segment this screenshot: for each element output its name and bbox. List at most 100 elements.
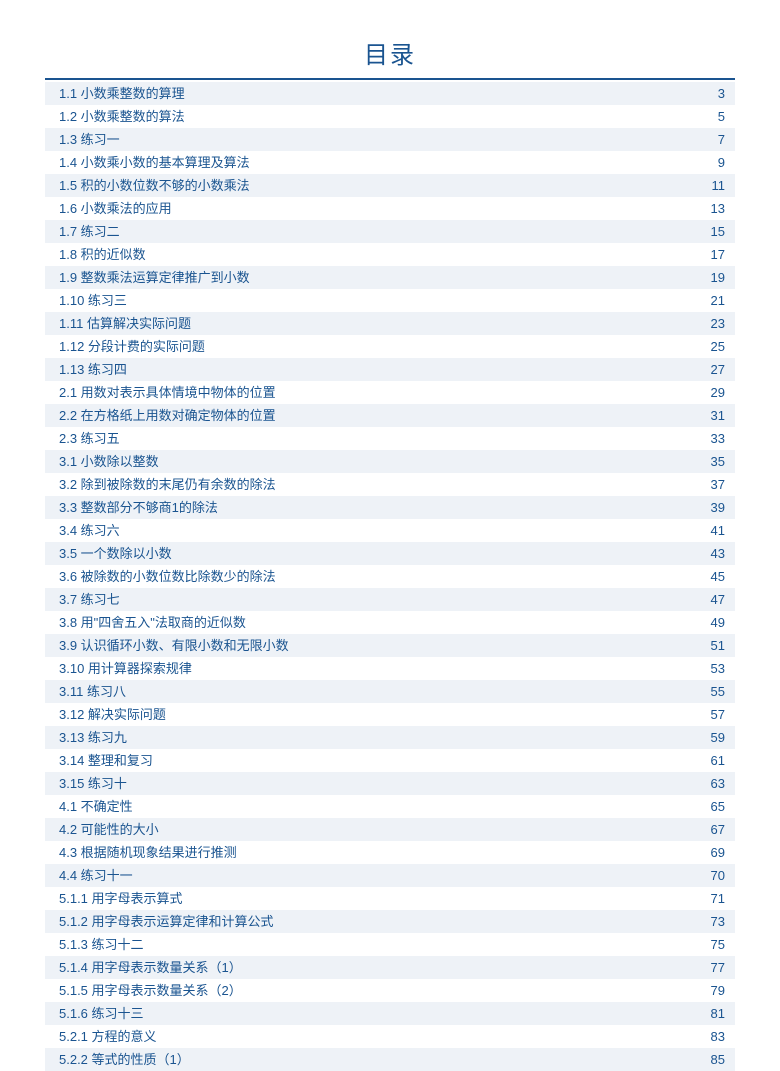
toc-entry-page: 43 bbox=[691, 544, 725, 563]
toc-row[interactable]: 1.4 小数乘小数的基本算理及算法9 bbox=[45, 151, 735, 174]
toc-entry-label: 3.5 一个数除以小数 bbox=[59, 544, 172, 563]
toc-row[interactable]: 3.4 练习六41 bbox=[45, 519, 735, 542]
toc-entry-label: 5.1.3 练习十二 bbox=[59, 935, 144, 954]
toc-entry-label: 1.13 练习四 bbox=[59, 360, 127, 379]
toc-row[interactable]: 1.9 整数乘法运算定律推广到小数 19 bbox=[45, 266, 735, 289]
toc-entry-page: 81 bbox=[691, 1004, 725, 1023]
toc-entry-page: 3 bbox=[698, 84, 725, 103]
toc-row[interactable]: 3.10 用计算器探索规律53 bbox=[45, 657, 735, 680]
toc-entry-page: 51 bbox=[691, 636, 725, 655]
toc-entry-label: 1.9 整数乘法运算定律推广到小数 bbox=[59, 268, 250, 287]
toc-row[interactable]: 1.11 估算解决实际问题23 bbox=[45, 312, 735, 335]
toc-entry-label: 1.12 分段计费的实际问题 bbox=[59, 337, 205, 356]
toc-row[interactable]: 5.1.4 用字母表示数量关系（1） 77 bbox=[45, 956, 735, 979]
toc-entry-page: 77 bbox=[691, 958, 725, 977]
toc-entry-page: 35 bbox=[691, 452, 725, 471]
toc-entry-page: 19 bbox=[691, 268, 725, 287]
toc-row[interactable]: 4.3 根据随机现象结果进行推测 69 bbox=[45, 841, 735, 864]
toc-entry-label: 5.1.4 用字母表示数量关系（1） bbox=[59, 958, 242, 977]
toc-row[interactable]: 5.1.3 练习十二 75 bbox=[45, 933, 735, 956]
toc-entry-label: 1.7 练习二 bbox=[59, 222, 120, 241]
toc-entry-page: 69 bbox=[691, 843, 725, 862]
toc-row[interactable]: 1.6 小数乘法的应用13 bbox=[45, 197, 735, 220]
toc-entry-label: 3.14 整理和复习 bbox=[59, 751, 153, 770]
toc-entry-label: 3.15 练习十 bbox=[59, 774, 127, 793]
toc-entry-page: 5 bbox=[698, 107, 725, 126]
toc-entry-page: 61 bbox=[691, 751, 725, 770]
toc-entry-label: 5.2.2 等式的性质（1） bbox=[59, 1050, 190, 1069]
toc-entry-label: 4.1 不确定性 bbox=[59, 797, 133, 816]
toc-entry-page: 67 bbox=[691, 820, 725, 839]
toc-row[interactable]: 3.1 小数除以整数 35 bbox=[45, 450, 735, 473]
toc-row[interactable]: 5.1.2 用字母表示运算定律和计算公式73 bbox=[45, 910, 735, 933]
toc-row[interactable]: 3.9 认识循环小数、有限小数和无限小数 51 bbox=[45, 634, 735, 657]
toc-row[interactable]: 2.1 用数对表示具体情境中物体的位置 29 bbox=[45, 381, 735, 404]
toc-entry-label: 3.7 练习七 bbox=[59, 590, 120, 609]
toc-entry-label: 2.1 用数对表示具体情境中物体的位置 bbox=[59, 383, 276, 402]
toc-row[interactable]: 3.14 整理和复习 61 bbox=[45, 749, 735, 772]
toc-entry-page: 17 bbox=[691, 245, 725, 264]
toc-row[interactable]: 5.1.5 用字母表示数量关系（2）79 bbox=[45, 979, 735, 1002]
toc-row[interactable]: 1.10 练习三21 bbox=[45, 289, 735, 312]
page-title: 目录 bbox=[45, 35, 735, 80]
toc-row[interactable]: 2.3 练习五33 bbox=[45, 427, 735, 450]
toc-entry-page: 55 bbox=[691, 682, 725, 701]
toc-entry-label: 1.5 积的小数位数不够的小数乘法 bbox=[59, 176, 250, 195]
toc-row[interactable]: 1.13 练习四 27 bbox=[45, 358, 735, 381]
toc-row[interactable]: 3.7 练习七 47 bbox=[45, 588, 735, 611]
toc-entry-label: 3.2 除到被除数的末尾仍有余数的除法 bbox=[59, 475, 276, 494]
toc-entry-page: 79 bbox=[691, 981, 725, 1000]
toc-list: 1.1 小数乘整数的算理 3 1.2 小数乘整数的算法51.3 练习一71.4 小数… bbox=[45, 82, 735, 1071]
toc-row[interactable]: 3.2 除到被除数的末尾仍有余数的除法37 bbox=[45, 473, 735, 496]
toc-entry-label: 3.13 练习九 bbox=[59, 728, 127, 747]
toc-row[interactable]: 3.11 练习八55 bbox=[45, 680, 735, 703]
toc-entry-page: 57 bbox=[691, 705, 725, 724]
toc-row[interactable]: 3.3 整数部分不够商1的除法39 bbox=[45, 496, 735, 519]
toc-entry-label: 5.2.1 方程的意义 bbox=[59, 1027, 157, 1046]
toc-entry-page: 27 bbox=[691, 360, 725, 379]
toc-row[interactable]: 4.1 不确定性65 bbox=[45, 795, 735, 818]
toc-entry-label: 3.9 认识循环小数、有限小数和无限小数 bbox=[59, 636, 289, 655]
toc-entry-page: 70 bbox=[691, 866, 725, 885]
toc-row[interactable]: 1.5 积的小数位数不够的小数乘法 11 bbox=[45, 174, 735, 197]
toc-row[interactable]: 1.1 小数乘整数的算理 3 bbox=[45, 82, 735, 105]
toc-entry-page: 59 bbox=[691, 728, 725, 747]
toc-entry-page: 75 bbox=[691, 935, 725, 954]
toc-entry-label: 5.1.6 练习十三 bbox=[59, 1004, 144, 1023]
toc-row[interactable]: 3.5 一个数除以小数 43 bbox=[45, 542, 735, 565]
toc-row[interactable]: 4.2 可能性的大小67 bbox=[45, 818, 735, 841]
toc-entry-label: 5.1.2 用字母表示运算定律和计算公式 bbox=[59, 912, 274, 931]
toc-entry-label: 1.1 小数乘整数的算理 bbox=[59, 84, 185, 103]
toc-entry-label: 4.3 根据随机现象结果进行推测 bbox=[59, 843, 237, 862]
toc-row[interactable]: 1.2 小数乘整数的算法5 bbox=[45, 105, 735, 128]
toc-entry-page: 47 bbox=[691, 590, 725, 609]
toc-entry-label: 3.12 解决实际问题 bbox=[59, 705, 166, 724]
toc-row[interactable]: 3.13 练习九 59 bbox=[45, 726, 735, 749]
toc-row[interactable]: 5.2.1 方程的意义83 bbox=[45, 1025, 735, 1048]
toc-row[interactable]: 3.15 练习十 63 bbox=[45, 772, 735, 795]
toc-row[interactable]: 5.1.6 练习十三 81 bbox=[45, 1002, 735, 1025]
toc-row[interactable]: 4.4 练习十一70 bbox=[45, 864, 735, 887]
toc-row[interactable]: 3.12 解决实际问题 57 bbox=[45, 703, 735, 726]
toc-entry-page: 85 bbox=[691, 1050, 725, 1069]
toc-row[interactable]: 5.1.1 用字母表示算式71 bbox=[45, 887, 735, 910]
toc-row[interactable]: 1.3 练习一7 bbox=[45, 128, 735, 151]
toc-row[interactable]: 3.6 被除数的小数位数比除数少的除法 45 bbox=[45, 565, 735, 588]
toc-entry-label: 3.6 被除数的小数位数比除数少的除法 bbox=[59, 567, 276, 586]
toc-row[interactable]: 2.2 在方格纸上用数对确定物体的位置31 bbox=[45, 404, 735, 427]
toc-entry-page: 45 bbox=[691, 567, 725, 586]
toc-entry-page: 63 bbox=[691, 774, 725, 793]
toc-entry-page: 11 bbox=[692, 176, 726, 195]
toc-row[interactable]: 1.8 积的近似数17 bbox=[45, 243, 735, 266]
toc-entry-label: 5.1.1 用字母表示算式 bbox=[59, 889, 183, 908]
toc-row[interactable]: 1.7 练习二15 bbox=[45, 220, 735, 243]
toc-entry-label: 3.8 用"四舍五入"法取商的近似数 bbox=[59, 613, 246, 632]
toc-entry-page: 29 bbox=[691, 383, 725, 402]
toc-entry-label: 3.1 小数除以整数 bbox=[59, 452, 159, 471]
toc-entry-label: 1.3 练习一 bbox=[59, 130, 120, 149]
toc-row[interactable]: 5.2.2 等式的性质（1） 85 bbox=[45, 1048, 735, 1071]
toc-entry-page: 25 bbox=[691, 337, 725, 356]
toc-row[interactable]: 3.8 用"四舍五入"法取商的近似数49 bbox=[45, 611, 735, 634]
toc-row[interactable]: 1.12 分段计费的实际问题 25 bbox=[45, 335, 735, 358]
toc-entry-page: 53 bbox=[691, 659, 725, 678]
